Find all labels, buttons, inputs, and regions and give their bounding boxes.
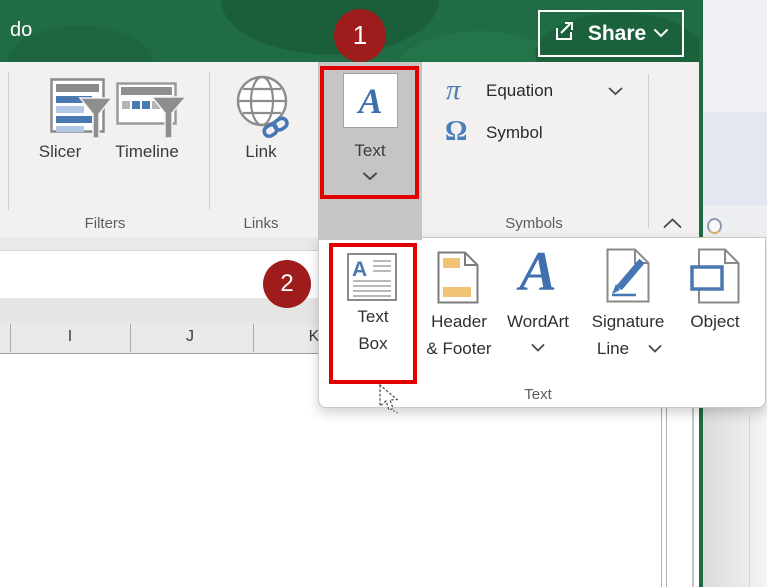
filters-group-label: Filters xyxy=(45,215,165,232)
symbols-group-label: Symbols xyxy=(476,215,592,232)
share-label: Share xyxy=(588,22,646,46)
annotation-badge-1: 1 xyxy=(334,9,386,62)
share-icon xyxy=(554,20,580,47)
chevron-down-icon xyxy=(654,25,668,43)
object-label: Object xyxy=(678,312,752,332)
chevron-down-icon xyxy=(531,344,545,352)
excel-window: do Share Slicer xyxy=(0,0,767,587)
column-separator xyxy=(10,324,11,352)
timeline-label: Timeline xyxy=(99,142,195,162)
wordart-label: WordArt xyxy=(497,312,579,332)
group-separator xyxy=(8,72,9,210)
slicer-icon xyxy=(50,78,118,146)
links-group-label: Links xyxy=(230,215,292,232)
scrollbar-edge xyxy=(692,408,694,587)
group-separator xyxy=(209,72,210,210)
collapse-ribbon-button[interactable] xyxy=(658,212,688,236)
link-icon xyxy=(235,73,293,143)
pi-icon: π xyxy=(446,74,461,107)
share-button[interactable]: Share xyxy=(538,10,684,57)
equation-label: Equation xyxy=(486,81,553,101)
column-header-i[interactable]: I xyxy=(40,328,100,346)
omega-icon: Ω xyxy=(445,116,467,148)
chevron-up-icon xyxy=(663,218,682,229)
group-separator xyxy=(648,74,649,228)
annotation-box-step2 xyxy=(329,243,417,384)
object-icon xyxy=(690,248,740,304)
window-inner-edge xyxy=(661,408,662,587)
header-footer-icon xyxy=(437,251,479,304)
background-window-edge xyxy=(749,415,750,587)
mouse-cursor-icon xyxy=(377,384,405,414)
symbol-label: Symbol xyxy=(486,123,543,143)
column-separator xyxy=(130,324,131,352)
dropdown-group-label: Text xyxy=(418,386,658,403)
slicer-label: Slicer xyxy=(22,142,98,162)
link-label: Link xyxy=(233,142,289,162)
header-footer-label-line1: Header xyxy=(415,312,503,332)
header-footer-label-line2: & Footer xyxy=(415,339,503,359)
title-bar-partial-text: do xyxy=(10,19,32,42)
window-inner-edge xyxy=(666,408,667,587)
background-partial-icon xyxy=(707,218,722,234)
signature-line-icon xyxy=(606,248,650,303)
wordart-icon: A xyxy=(505,244,571,300)
column-header-j[interactable]: J xyxy=(160,328,220,346)
signature-label-line2: Line xyxy=(570,339,656,359)
chevron-down-icon xyxy=(648,345,662,353)
annotation-badge-2: 2 xyxy=(263,260,311,308)
chevron-down-icon xyxy=(608,87,623,96)
column-separator xyxy=(253,324,254,352)
annotation-box-step1 xyxy=(320,66,419,199)
timeline-icon xyxy=(116,82,192,146)
signature-label-line1: Signature xyxy=(585,312,671,332)
background-window-band xyxy=(703,112,767,205)
